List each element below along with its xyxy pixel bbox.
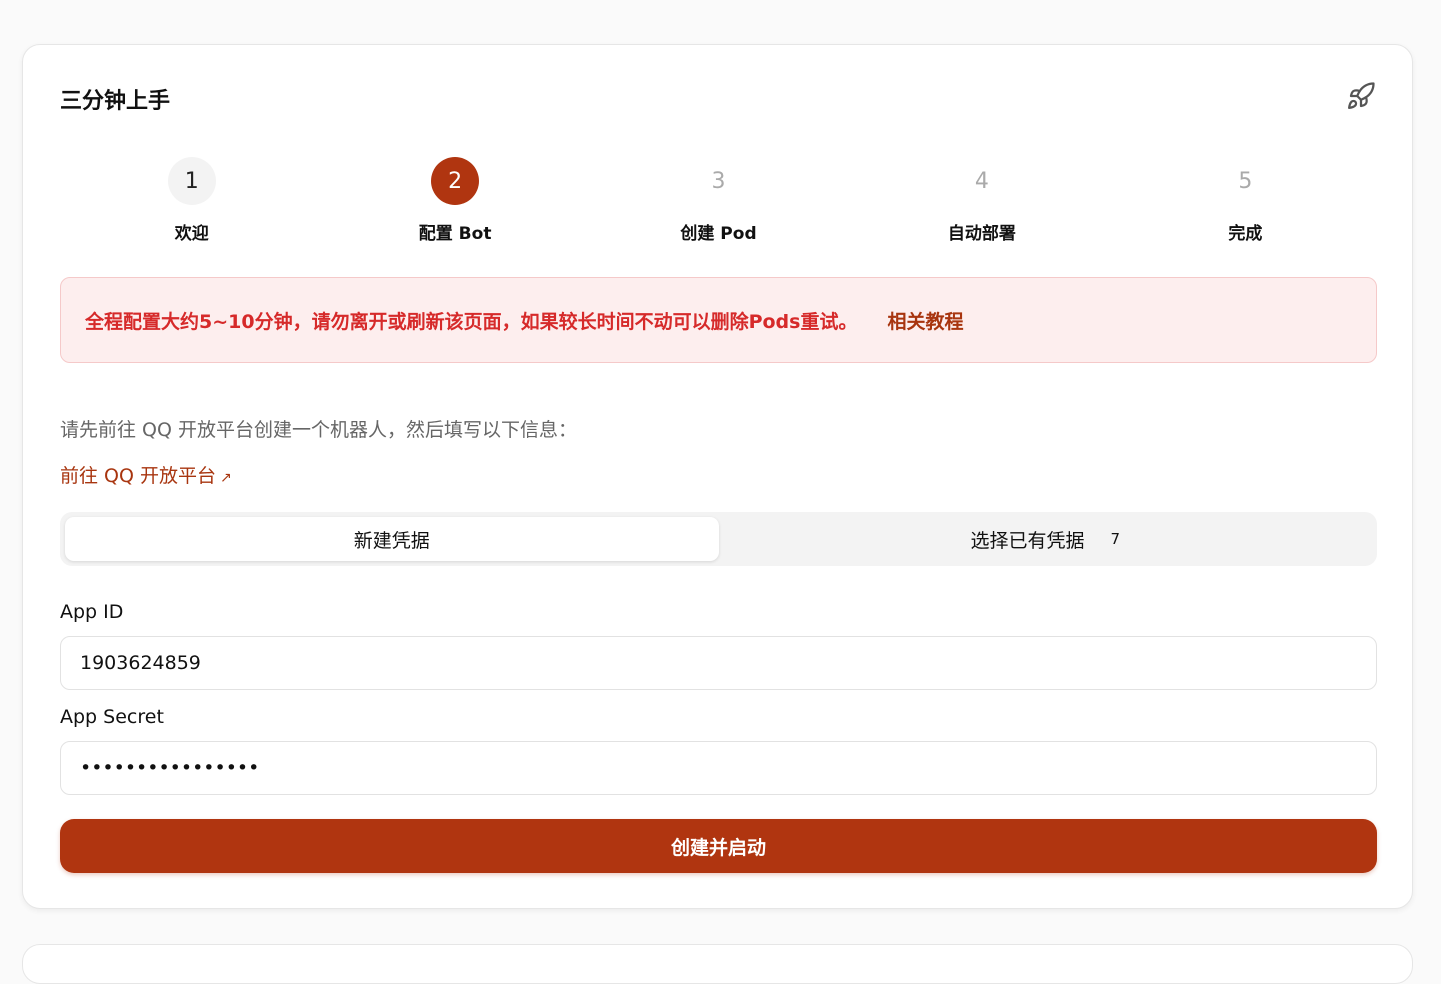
app-secret-label: App Secret (60, 706, 164, 728)
rocket-icon (1348, 82, 1375, 109)
credential-tabs: 新建凭据 选择已有凭据 7 (60, 512, 1377, 566)
tab-existing-credential[interactable]: 选择已有凭据 7 (719, 517, 1373, 561)
tutorial-link[interactable]: 相关教程 (887, 307, 963, 334)
step-3-label: 创建 Pod (680, 224, 757, 244)
intro-text: 请先前往 QQ 开放平台创建一个机器人，然后填写以下信息： (60, 419, 577, 441)
step-3-circle: 3 (711, 168, 726, 194)
tab-new-credential[interactable]: 新建凭据 (65, 517, 719, 561)
card-title: 三分钟上手 (60, 89, 171, 114)
step-5-label: 完成 (1228, 224, 1263, 244)
external-link-icon: ↗ (220, 470, 232, 486)
quickstart-card: 三分钟上手 1 欢迎 2 配置 Bot 3 创建 Pod 4 自动部署 5 完成… (22, 44, 1413, 909)
step-4-circle: 4 (974, 168, 989, 194)
app-secret-input[interactable] (60, 741, 1377, 795)
qq-open-platform-link[interactable]: 前往 QQ 开放平台 ↗ (60, 461, 232, 488)
step-1-circle: 1 (167, 157, 216, 205)
step-3: 3 创建 Pod (587, 157, 850, 247)
create-and-start-button[interactable]: 创建并启动 (60, 819, 1377, 873)
tab-existing-credential-label: 选择已有凭据 (970, 529, 1085, 552)
step-1: 1 欢迎 (60, 157, 323, 247)
qq-open-platform-link-label: 前往 QQ 开放平台 (60, 465, 216, 487)
app-id-input[interactable] (60, 636, 1377, 690)
app-id-label: App ID (60, 601, 124, 623)
step-1-label: 欢迎 (174, 224, 209, 244)
step-5: 5 完成 (1114, 157, 1377, 247)
step-2-label: 配置 Bot (418, 224, 492, 244)
warning-alert: 全程配置大约5~10分钟，请勿离开或刷新该页面，如果较长时间不动可以删除Pods… (60, 277, 1377, 363)
step-5-circle: 5 (1238, 168, 1253, 194)
stepper: 1 欢迎 2 配置 Bot 3 创建 Pod 4 自动部署 5 完成 (60, 157, 1377, 247)
step-4-label: 自动部署 (947, 224, 1016, 244)
step-4: 4 自动部署 (850, 157, 1113, 247)
credential-count-badge: 7 (1110, 530, 1121, 548)
alert-text: 全程配置大约5~10分钟，请勿离开或刷新该页面，如果较长时间不动可以删除Pods… (85, 310, 858, 333)
next-card (22, 944, 1413, 984)
tab-new-credential-label: 新建凭据 (353, 529, 430, 552)
step-2: 2 配置 Bot (323, 157, 586, 247)
step-2-circle: 2 (431, 157, 480, 205)
